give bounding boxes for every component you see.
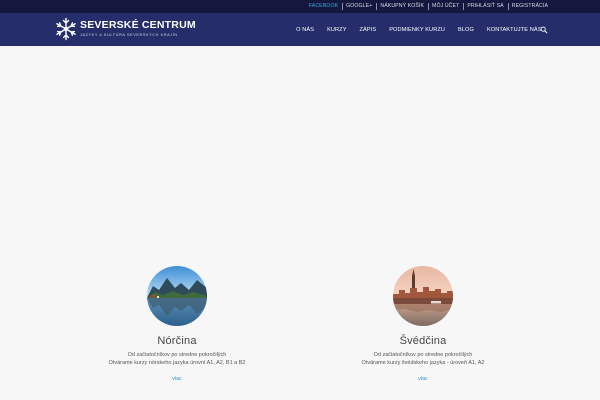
- course-description-line: Otvárame kurzy švédskeho jazyka - úroveň…: [361, 359, 485, 366]
- search-icon[interactable]: [540, 26, 548, 34]
- main-header: SEVERSKÉ CENTRUM JAZYKY A KULTÚRA SEVERS…: [0, 13, 600, 46]
- utility-link-google-plus[interactable]: GOOGLE+: [342, 0, 376, 13]
- top-utility-bar: FACEBOOK GOOGLE+ NÁKUPNÝ KOŠÍK MÔJ ÚČET …: [0, 0, 600, 13]
- course-more-link[interactable]: viac: [418, 376, 427, 382]
- utility-link-account[interactable]: MÔJ ÚČET: [428, 0, 463, 13]
- nav-item-podmienky-kurzu[interactable]: PODMIENKY KURZU: [383, 27, 452, 33]
- brand-title[interactable]: SEVERSKÉ CENTRUM: [80, 19, 196, 31]
- course-more-link[interactable]: viac: [172, 376, 181, 382]
- utility-link-facebook[interactable]: FACEBOOK: [305, 0, 342, 13]
- course-description-line: Od začiatočníkov po stredne pokročilých: [127, 352, 227, 358]
- course-title[interactable]: Švédčina: [323, 335, 523, 347]
- fjord-landscape-image[interactable]: [147, 266, 207, 326]
- nav-item-blog[interactable]: BLOG: [452, 27, 481, 33]
- nav-item-zapis[interactable]: ZÁPIS: [353, 27, 383, 33]
- course-description: Od začiatočníkov po stredne pokročilých …: [77, 352, 277, 367]
- course-description: Od začiatočníkov po stredne pokročilých …: [323, 352, 523, 367]
- course-card-norwegian: Nórčina Od začiatočníkov po stredne pokr…: [77, 266, 277, 385]
- utility-link-login[interactable]: PRIHLÁSIŤ SA: [463, 0, 507, 13]
- course-description-line: Od začiatočníkov po stredne pokročilých: [373, 352, 473, 358]
- utility-link-cart[interactable]: NÁKUPNÝ KOŠÍK: [376, 0, 428, 13]
- utility-links: FACEBOOK GOOGLE+ NÁKUPNÝ KOŠÍK MÔJ ÚČET …: [305, 0, 552, 13]
- stockholm-cityscape-image[interactable]: [393, 266, 453, 326]
- main-nav: O NÁS KURZY ZÁPIS PODMIENKY KURZU BLOG K…: [290, 13, 548, 46]
- nav-item-kontaktujte-nas[interactable]: KONTAKTUJTE NÁS: [480, 27, 548, 33]
- nav-item-kurzy[interactable]: KURZY: [321, 27, 353, 33]
- nav-item-o-nas[interactable]: O NÁS: [290, 27, 321, 33]
- utility-link-register[interactable]: REGISTRÁCIA: [507, 0, 552, 13]
- course-description-line: Otvárame kurzy nórskeho jazyka úrovní A1…: [108, 359, 246, 366]
- course-title[interactable]: Nórčina: [77, 335, 277, 347]
- brand-subtitle: JAZYKY A KULTÚRA SEVERSKÝCH KRAJÍN: [80, 33, 178, 37]
- snowflake-logo-icon[interactable]: [54, 17, 78, 41]
- course-card-swedish: Švédčina Od začiatočníkov po stredne pok…: [323, 266, 523, 385]
